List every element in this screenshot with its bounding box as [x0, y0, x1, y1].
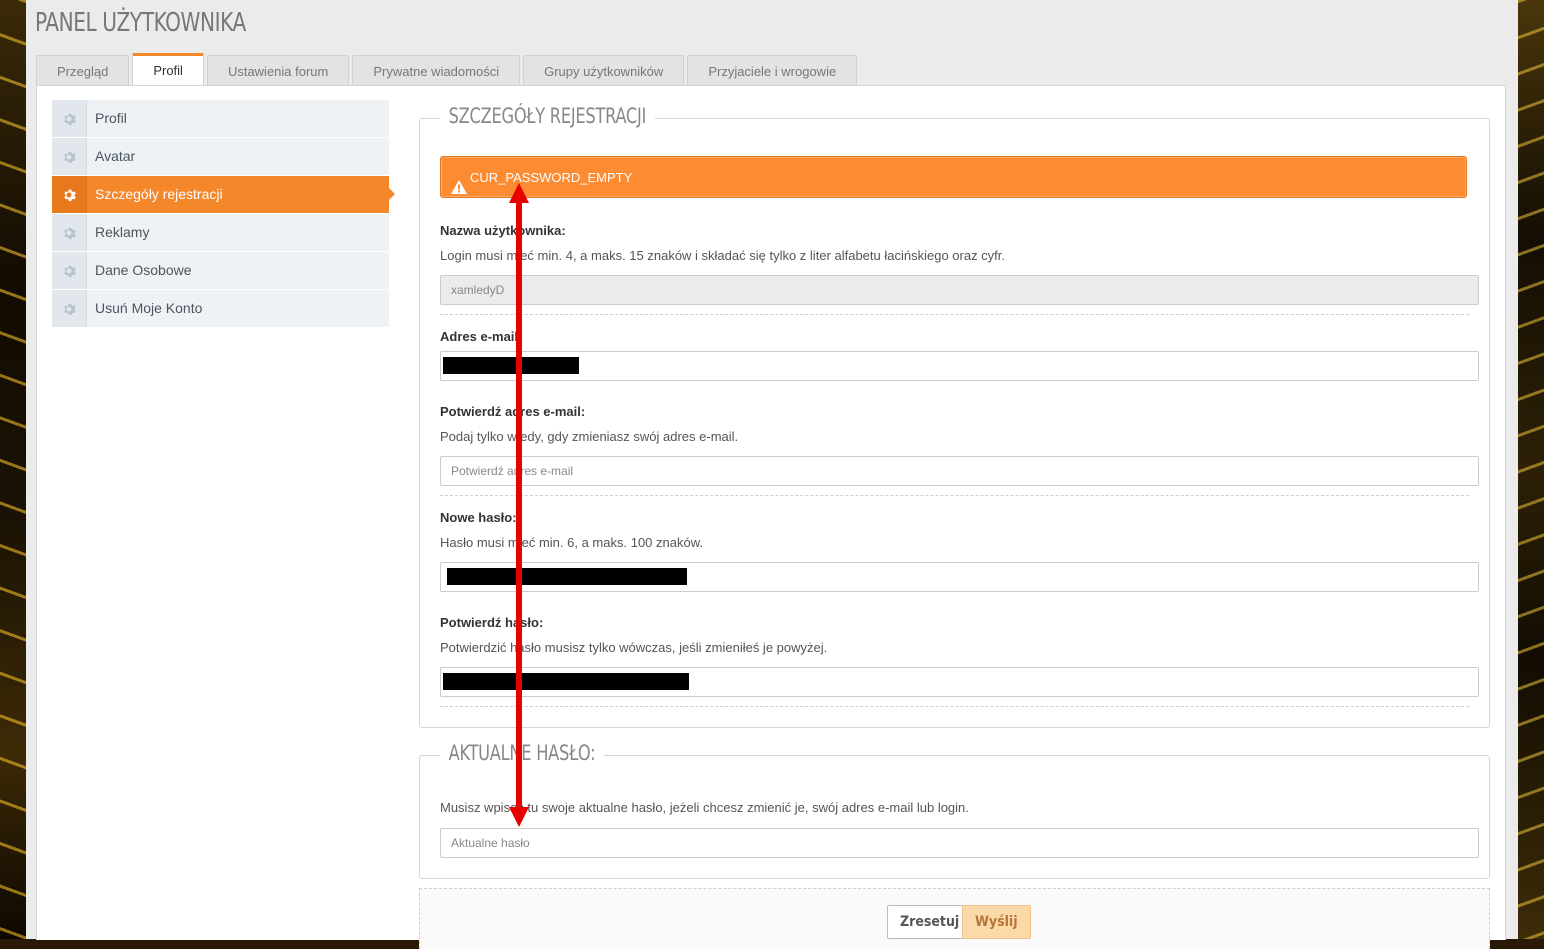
form-actions: Zresetuj Wyślij: [419, 888, 1490, 949]
email-label: Adres e-mail:: [440, 329, 523, 344]
current-password-field[interactable]: [440, 828, 1479, 858]
new-password-help: Hasło musi mieć min. 6, a maks. 100 znak…: [440, 535, 703, 550]
background-right: [1518, 0, 1544, 939]
sidebar-item-label: Dane Osobowe: [95, 262, 192, 278]
sidebar-item-ads[interactable]: Reklamy: [52, 214, 389, 251]
page-title: PANEL UŻYTKOWNIKA: [35, 8, 246, 38]
current-password-help: Musisz wpisać tu swoje aktualne hasło, j…: [440, 800, 969, 815]
username-help: Login musi mieć min. 4, a maks. 15 znakó…: [440, 248, 1006, 263]
tab-profile[interactable]: Profil: [132, 53, 204, 88]
sidebar-item-delete-account[interactable]: Usuń Moje Konto: [52, 290, 389, 327]
divider: [440, 314, 1469, 315]
confirm-password-help: Potwierdzić hasło musisz tylko wówczas, …: [440, 640, 828, 655]
tab-bar: Przegląd Profil Ustawienia forum Prywatn…: [36, 53, 860, 88]
tab-overview[interactable]: Przegląd: [36, 55, 130, 85]
username-label: Nazwa użytkownika:: [440, 223, 566, 238]
confirm-email-field[interactable]: [440, 456, 1479, 486]
sidebar-item-label: Usuń Moje Konto: [95, 300, 203, 316]
sidebar-item-registration-details[interactable]: Szczegóły rejestracji: [52, 176, 395, 213]
gear-icon: [52, 290, 87, 327]
reset-button[interactable]: Zresetuj: [887, 905, 973, 939]
sidebar-item-personal-data[interactable]: Dane Osobowe: [52, 252, 389, 289]
sidebar-item-avatar[interactable]: Avatar: [52, 138, 389, 175]
confirm-password-label: Potwierdź hasło:: [440, 615, 544, 630]
current-password-fieldset: AKTUALNE HASŁO: Musisz wpisać tu swoje a…: [419, 741, 1490, 879]
redaction-bar: [443, 357, 579, 374]
gear-icon: [52, 138, 87, 175]
background-left: [0, 0, 26, 939]
user-control-panel: PANEL UŻYTKOWNIKA Przegląd Profil Ustawi…: [26, 0, 1518, 949]
divider: [440, 706, 1469, 707]
redaction-bar: [447, 568, 687, 585]
gear-icon: [52, 176, 87, 213]
warning-icon: [451, 169, 467, 210]
tab-forum-settings[interactable]: Ustawienia forum: [206, 55, 350, 85]
error-message: CUR_PASSWORD_EMPTY: [470, 170, 633, 185]
sidebar-item-label: Avatar: [95, 148, 136, 164]
content-panel: Profil Avatar Szczegóły rejestracji Rekl…: [36, 85, 1506, 949]
username-field: [440, 275, 1479, 305]
profile-sidebar: Profil Avatar Szczegóły rejestracji Rekl…: [52, 100, 395, 328]
redaction-bar: [443, 673, 689, 690]
tab-user-groups[interactable]: Grupy użytkowników: [523, 55, 685, 85]
confirm-email-label: Potwierdź adres e-mail:: [440, 404, 586, 419]
new-password-label: Nowe hasło:: [440, 510, 517, 525]
registration-details-fieldset: SZCZEGÓŁY REJESTRACJI CUR_PASSWORD_EMPTY…: [419, 104, 1490, 728]
sidebar-item-label: Szczegóły rejestracji: [95, 186, 223, 202]
email-field[interactable]: [440, 351, 1479, 381]
gear-icon: [52, 100, 87, 137]
fieldset-legend: SZCZEGÓŁY REJESTRACJI: [440, 104, 655, 128]
confirm-email-help: Podaj tylko wtedy, gdy zmieniasz swój ad…: [440, 429, 739, 444]
gear-icon: [52, 252, 87, 289]
submit-button[interactable]: Wyślij: [962, 905, 1031, 939]
error-alert: CUR_PASSWORD_EMPTY: [440, 156, 1467, 198]
sidebar-item-label: Reklamy: [95, 224, 150, 240]
divider: [440, 495, 1469, 496]
tab-friends-foes[interactable]: Przyjaciele i wrogowie: [687, 55, 858, 85]
sidebar-item-label: Profil: [95, 110, 127, 126]
gear-icon: [52, 214, 87, 251]
fieldset-legend: AKTUALNE HASŁO:: [440, 741, 604, 765]
sidebar-item-profile[interactable]: Profil: [52, 100, 389, 137]
tab-private-messages[interactable]: Prywatne wiadomości: [352, 55, 521, 85]
